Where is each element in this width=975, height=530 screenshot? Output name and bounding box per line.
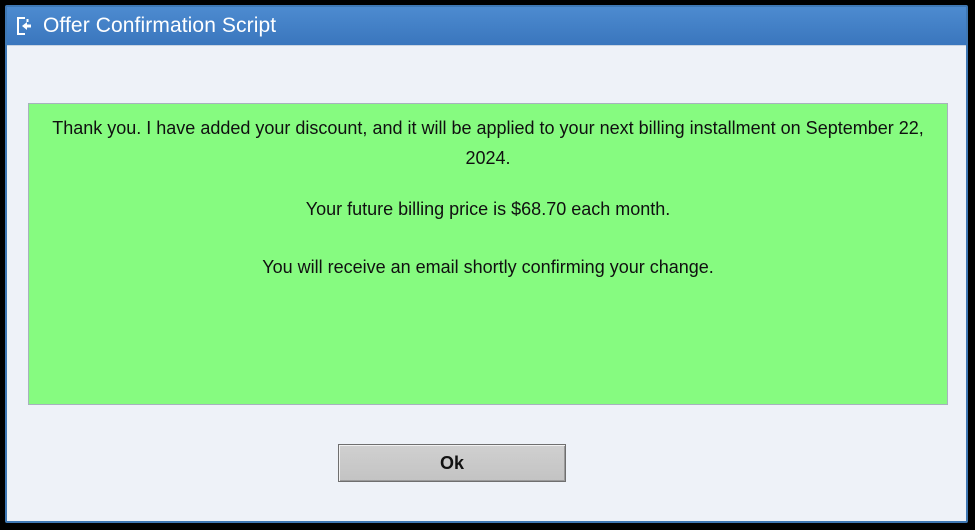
future-billing-price-text: Your future billing price is $68.70 each… <box>305 199 671 219</box>
discount-confirmation-text: Thank you. I have added your discount, a… <box>52 118 924 168</box>
offer-confirmation-dialog: Offer Confirmation Script Thank you. I h… <box>5 5 968 523</box>
dialog-content: Thank you. I have added your discount, a… <box>7 45 966 521</box>
confirmation-message-panel: Thank you. I have added your discount, a… <box>28 103 948 405</box>
email-confirmation-text: You will receive an email shortly confir… <box>262 257 714 277</box>
app-window-icon <box>14 16 34 36</box>
title-bar[interactable]: Offer Confirmation Script <box>7 7 966 45</box>
ok-button[interactable]: Ok <box>338 444 566 482</box>
window-title: Offer Confirmation Script <box>43 14 277 37</box>
